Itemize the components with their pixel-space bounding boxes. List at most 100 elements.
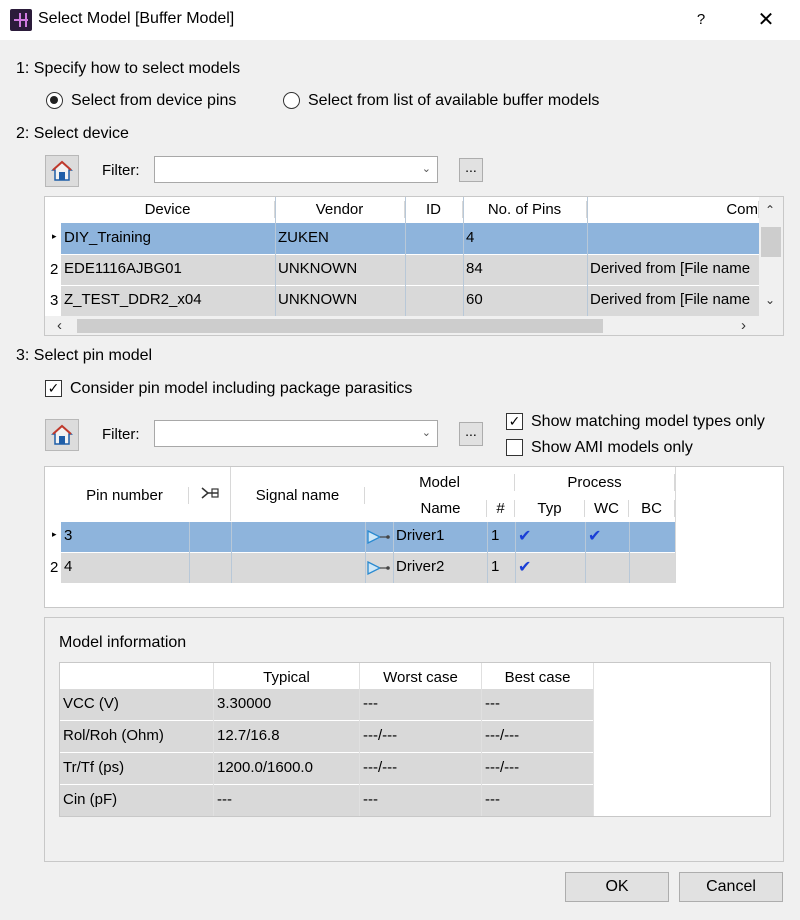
scrollbar-thumb[interactable] [761,227,781,257]
radio-from-list-label[interactable]: Select from list of available buffer mod… [308,92,599,110]
device-name: DIY_Training [64,229,151,246]
device-name: Z_TEST_DDR2_x04 [64,291,202,308]
device-browse-button[interactable]: ... [459,158,483,182]
divider [365,522,366,583]
model-name: Driver2 [396,558,445,575]
show-ami-checkbox[interactable] [506,439,523,456]
param-best: ---/--- [485,727,520,744]
device-home-button[interactable] [45,155,79,187]
home-icon [51,424,73,445]
col-model-count[interactable]: # [487,500,515,517]
device-table-header: Device Vendor ID No. of Pins Com [45,197,783,223]
pin-number: 4 [64,558,73,575]
radio-from-list[interactable] [283,92,300,109]
col-model-name[interactable]: Name [395,500,487,517]
row-index: 2 [50,559,59,576]
home-icon [51,160,73,181]
scroll-left-icon[interactable]: ‹ [57,317,62,334]
model-count: 1 [491,558,500,575]
info-row [60,689,594,720]
param-typical: 3.30000 [217,695,272,712]
typ-check-icon: ✔ [518,559,532,576]
pin-filter-icon [201,487,219,499]
param-typical: 1200.0/1600.0 [217,759,313,776]
param-typical: 12.7/16.8 [217,727,280,744]
col-pin-number[interactable]: Pin number [61,487,189,504]
show-ami-label[interactable]: Show AMI models only [531,439,693,457]
step2-label: 2: Select device [16,125,129,142]
device-vscrollbar[interactable]: ⌃ ⌄ [759,197,783,316]
show-matching-checkbox[interactable]: ✓ [506,413,523,430]
cancel-button[interactable]: Cancel [679,872,783,902]
device-filter-combo[interactable]: ⌄ [154,156,438,183]
wc-check-icon: ✔ [588,528,602,545]
param-best: ---/--- [485,759,520,776]
table-row[interactable] [61,223,759,254]
param-typical: --- [217,791,232,808]
device-comment: Derived from [File name [590,291,751,308]
divider [587,197,588,316]
device-table: Device Vendor ID No. of Pins Com ▸ DIY_T… [44,196,784,336]
divider [231,522,232,583]
ok-button[interactable]: OK [565,872,669,902]
app-icon [10,9,32,31]
radio-from-pins-label[interactable]: Select from device pins [71,92,236,110]
divider [359,663,360,816]
help-button[interactable]: ? [690,8,712,32]
param-best: --- [485,695,500,712]
param-name: Tr/Tf (ps) [63,759,125,776]
model-info-table: Typical Worst case Best case VCC (V) 3.3… [59,662,771,817]
col-bc[interactable]: BC [629,500,675,517]
col-comment[interactable]: Com [587,201,759,218]
col-model: Model [365,474,515,491]
consider-pkg-label[interactable]: Consider pin model including package par… [70,380,412,398]
model-info-panel: Model information Typical Worst case Bes… [44,617,784,862]
consider-pkg-checkbox[interactable]: ✓ [45,380,62,397]
close-button[interactable]: ✕ [752,6,780,34]
info-row [60,785,594,816]
pin-filter-combo[interactable]: ⌄ [154,420,438,447]
chevron-down-icon: ⌄ [421,427,431,439]
col-typ[interactable]: Typ [515,500,585,517]
divider [585,522,586,583]
scroll-right-icon[interactable]: › [741,317,746,334]
col-process: Process [515,474,675,491]
title-bar: Select Model [Buffer Model] ? ✕ [0,0,800,40]
scroll-up-icon[interactable]: ⌃ [765,203,775,217]
col-signal-name[interactable]: Signal name [231,487,365,504]
param-name: Rol/Roh (Ohm) [63,727,164,744]
scrollbar-thumb[interactable] [77,319,603,333]
typ-check-icon: ✔ [518,528,532,545]
divider [487,522,488,583]
device-hscrollbar[interactable]: ‹ › [45,316,783,335]
device-pins: 60 [466,291,483,308]
col-wc[interactable]: WC [585,500,629,517]
window-title: Select Model [Buffer Model] [38,10,235,27]
buffer-driver-icon [367,530,390,544]
model-info-label: Model information [59,634,187,651]
col-id[interactable]: ID [405,201,463,218]
chevron-down-icon: ⌄ [421,163,431,175]
radio-from-pins[interactable] [46,92,63,109]
divider [515,522,516,583]
row-index: 3 [50,292,59,309]
device-comment: Derived from [File name [590,260,751,277]
pin-browse-button[interactable]: ... [459,422,483,446]
divider [189,522,190,583]
device-vendor: ZUKEN [278,229,329,246]
divider [481,663,482,816]
divider [275,197,276,316]
row-selected-indicator: ▸ [52,231,57,241]
pin-home-button[interactable] [45,419,79,451]
scroll-down-icon[interactable]: ⌄ [765,293,775,307]
show-matching-label[interactable]: Show matching model types only [531,413,765,431]
col-device[interactable]: Device [61,201,275,218]
col-pins[interactable]: No. of Pins [463,201,587,218]
col-vendor[interactable]: Vendor [275,201,405,218]
divider [593,663,594,816]
col-typical: Typical [214,669,360,686]
col-pin-icon[interactable] [189,467,231,521]
param-worst: ---/--- [363,759,398,776]
device-vendor: UNKNOWN [278,291,358,308]
param-worst: --- [363,695,378,712]
